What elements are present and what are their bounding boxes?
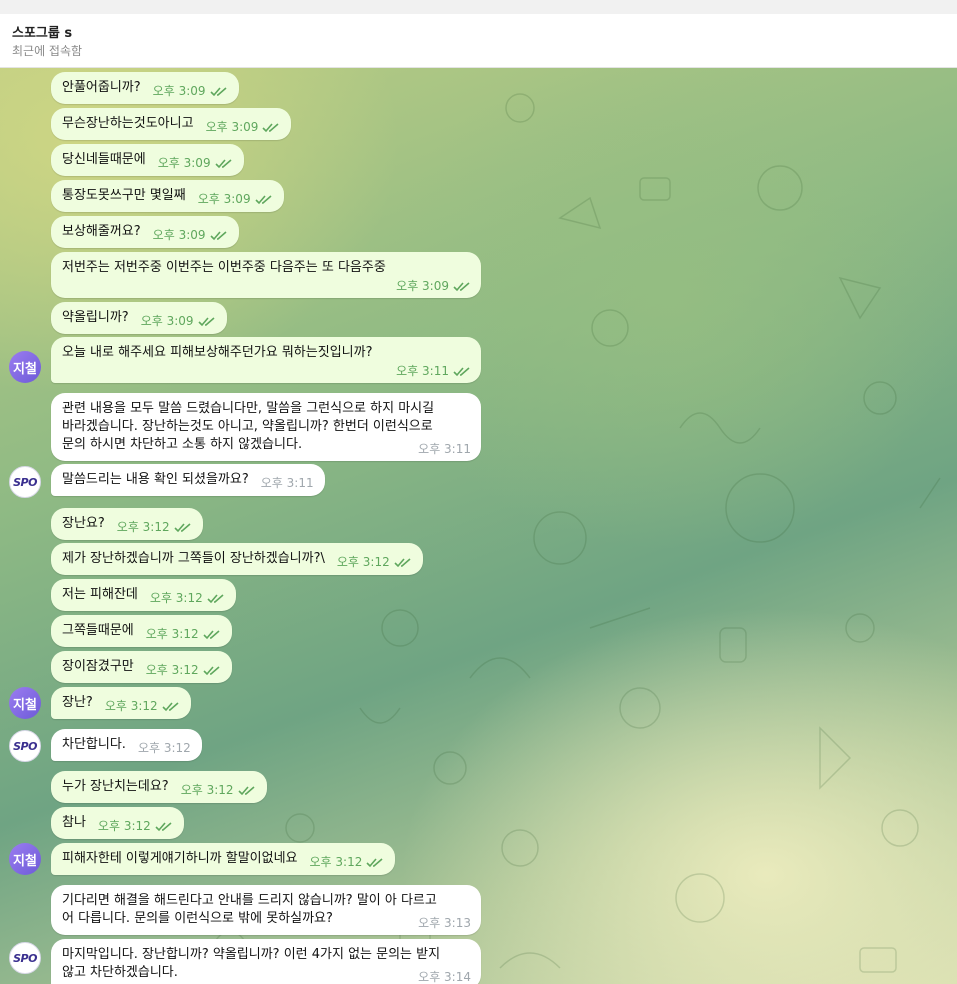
message-bubble-incoming[interactable]: 마지막입니다. 장난합니까? 약올립니까? 이런 4가지 없는 문의는 받지 않…: [51, 939, 481, 984]
message-bubble-incoming[interactable]: 차단합니다. 오후 3:12: [51, 729, 202, 761]
message-text: 장난?: [62, 695, 93, 710]
double-check-icon: [255, 194, 272, 204]
message-time: 오후 3:09: [158, 154, 233, 172]
message-bubble-incoming[interactable]: 기다리면 해결을 해드린다고 안내를 드리지 않습니까? 말이 아 다르고 어 …: [51, 885, 481, 935]
message-time: 오후 3:12: [146, 625, 221, 643]
message-time: 오후 3:12: [117, 518, 192, 536]
message-text: 장난요?: [62, 516, 105, 531]
message-bubble-outgoing[interactable]: 장난? 오후 3:12: [51, 687, 191, 719]
message-time: 오후 3:13: [418, 916, 471, 930]
double-check-icon: [215, 158, 232, 168]
message-text: 말씀드리는 내용 확인 되셨을까요?: [62, 472, 249, 487]
window-top-strip: [0, 0, 957, 14]
brand-avatar[interactable]: SPO: [9, 466, 41, 498]
message-text: 저는 피해잔데: [62, 587, 138, 602]
brand-avatar[interactable]: SPO: [9, 730, 41, 762]
message-text: 피해자한테 이렇게얘기하니까 할말이없네요: [62, 851, 298, 866]
double-check-icon: [155, 821, 172, 831]
message-bubble-outgoing[interactable]: 참나 오후 3:12: [51, 807, 184, 839]
double-check-icon: [453, 366, 470, 376]
message-bubble-outgoing[interactable]: 그쪽들때문에 오후 3:12: [51, 615, 232, 647]
message-text: 그쪽들때문에: [62, 623, 134, 638]
message-time: 오후 3:12: [181, 781, 256, 799]
message-list[interactable]: 안풀어줍니까? 오후 3:09 무슨장난하는것도아니고 오후 3:09 당신네들…: [0, 68, 957, 984]
message-time: 오후 3:09: [141, 312, 216, 330]
message-time: 오후 3:12: [146, 661, 221, 679]
message-time: 오후 3:12: [337, 553, 412, 571]
message-text: 보상해줄꺼요?: [62, 224, 141, 239]
message-time: 오후 3:09: [153, 82, 228, 100]
chat-title: 스포그룹 s: [12, 26, 73, 41]
message-text: 기다리면 해결을 해드린다고 안내를 드리지 않습니까? 말이 아 다르고 어 …: [62, 893, 437, 926]
double-check-icon: [203, 629, 220, 639]
double-check-icon: [162, 701, 179, 711]
message-time: 오후 3:12: [105, 697, 180, 715]
message-bubble-outgoing[interactable]: 장난요? 오후 3:12: [51, 508, 203, 540]
message-text: 차단합니다.: [62, 737, 126, 752]
last-seen-status: 최근에 접속함: [12, 44, 83, 58]
message-bubble-outgoing[interactable]: 약올립니까? 오후 3:09: [51, 302, 227, 334]
message-bubble-outgoing[interactable]: 제가 장난하겠습니까 그쪽들이 장난하겠습니까?\ 오후 3:12: [51, 543, 423, 575]
sender-avatar[interactable]: 지철: [9, 843, 41, 875]
message-time: 오후 3:11: [396, 362, 471, 380]
message-time: 오후 3:09: [396, 277, 471, 295]
message-text: 약올립니까?: [62, 310, 129, 325]
message-bubble-outgoing[interactable]: 저번주는 저번주중 이번주는 이번주중 다음주는 또 다음주중 오후 3:09: [51, 252, 481, 298]
message-text: 당신네들때문에: [62, 152, 146, 167]
message-text: 마지막입니다. 장난합니까? 약올립니까? 이런 4가지 없는 문의는 받지 않…: [62, 947, 441, 980]
double-check-icon: [366, 857, 383, 867]
message-bubble-outgoing[interactable]: 통장도못쓰구만 몇일째 오후 3:09: [51, 180, 284, 212]
message-time: 오후 3:12: [137, 741, 191, 755]
message-time: 오후 3:12: [150, 589, 225, 607]
message-time: 오후 3:11: [418, 442, 471, 456]
message-time: 오후 3:11: [260, 476, 314, 490]
double-check-icon: [237, 785, 255, 795]
message-text: 통장도못쓰구만 몇일째: [62, 188, 186, 203]
message-bubble-outgoing[interactable]: 피해자한테 이렇게얘기하니까 할말이없네요 오후 3:12: [51, 843, 396, 875]
message-text: 오늘 내로 해주세요 피해보상해주던가요 뭐하는짓입니까?: [62, 345, 373, 360]
message-text: 제가 장난하겠습니까 그쪽들이 장난하겠습니까?\: [62, 551, 325, 566]
sender-avatar[interactable]: 지철: [9, 351, 41, 383]
message-bubble-outgoing[interactable]: 보상해줄꺼요? 오후 3:09: [51, 216, 239, 248]
message-bubble-outgoing[interactable]: 오늘 내로 해주세요 피해보상해주던가요 뭐하는짓입니까? 오후 3:11: [51, 337, 481, 383]
message-bubble-outgoing[interactable]: 장이잠겼구만 오후 3:12: [51, 651, 232, 683]
message-text: 참나: [62, 815, 86, 830]
message-bubble-outgoing[interactable]: 당신네들때문에 오후 3:09: [51, 144, 244, 176]
message-time: 오후 3:14: [418, 970, 471, 984]
message-bubble-incoming[interactable]: 관련 내용을 모두 말씀 드렸습니다만, 말씀을 그런식으로 하지 마시길 바라…: [51, 393, 481, 461]
message-time: 오후 3:09: [153, 226, 228, 244]
message-text: 무슨장난하는것도아니고: [62, 116, 194, 131]
double-check-icon: [394, 557, 411, 567]
message-time: 오후 3:12: [98, 817, 173, 835]
message-bubble-outgoing[interactable]: 무슨장난하는것도아니고 오후 3:09: [51, 108, 292, 140]
message-bubble-outgoing[interactable]: 안풀어줍니까? 오후 3:09: [51, 72, 239, 104]
message-text: 누가 장난치는데요?: [62, 779, 169, 794]
double-check-icon: [209, 86, 227, 96]
message-text: 저번주는 저번주중 이번주는 이번주중 다음주는 또 다음주중: [62, 260, 386, 275]
message-text: 안풀어줍니까?: [62, 80, 141, 95]
chat-header[interactable]: 스포그룹 s 최근에 접속함: [0, 14, 957, 68]
message-time: 오후 3:09: [198, 190, 273, 208]
double-check-icon: [209, 230, 227, 240]
message-text: 장이잠겼구만: [62, 659, 134, 674]
message-time: 오후 3:09: [206, 118, 281, 136]
message-bubble-outgoing[interactable]: 누가 장난치는데요? 오후 3:12: [51, 771, 267, 803]
message-text: 관련 내용을 모두 말씀 드렸습니다만, 말씀을 그런식으로 하지 마시길 바라…: [62, 401, 435, 452]
double-check-icon: [453, 281, 470, 291]
double-check-icon: [174, 522, 191, 532]
double-check-icon: [197, 316, 215, 326]
message-bubble-outgoing[interactable]: 저는 피해잔데 오후 3:12: [51, 579, 236, 611]
sender-avatar[interactable]: 지철: [9, 687, 41, 719]
double-check-icon: [207, 593, 224, 603]
message-bubble-incoming[interactable]: 말씀드리는 내용 확인 되셨을까요? 오후 3:11: [51, 464, 325, 496]
double-check-icon: [262, 122, 279, 132]
message-time: 오후 3:12: [310, 853, 385, 871]
double-check-icon: [203, 665, 220, 675]
brand-avatar[interactable]: SPO: [9, 942, 41, 974]
